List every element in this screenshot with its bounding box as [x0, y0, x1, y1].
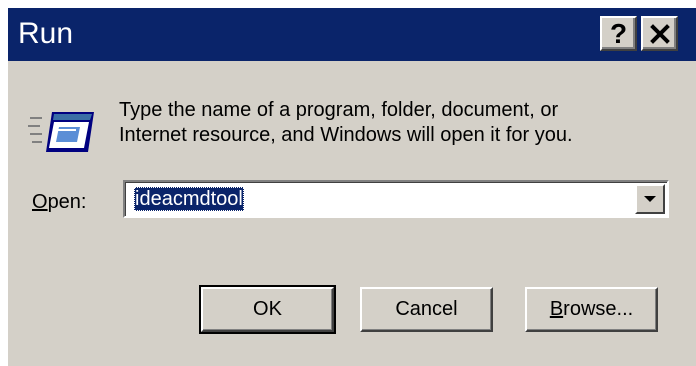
instruction-line-2: Internet resource, and Windows will open… [119, 124, 573, 146]
close-icon [649, 23, 670, 44]
title-bar[interactable]: Run ? [8, 8, 696, 61]
ok-button[interactable]: OK [199, 285, 336, 334]
open-label-rest: pen: [47, 191, 87, 213]
help-button[interactable]: ? [600, 16, 637, 51]
instruction-text: Type the name of a program, folder, docu… [119, 98, 639, 148]
browse-accelerator: B [549, 298, 564, 320]
run-icon [28, 112, 94, 152]
close-button[interactable] [641, 16, 678, 51]
open-input-value[interactable]: ideacmdtool [134, 187, 244, 211]
open-label: Open: [32, 191, 87, 214]
browse-label-rest: rowse... [563, 298, 634, 320]
instruction-line-1: Type the name of a program, folder, docu… [119, 99, 559, 121]
dropdown-button[interactable] [635, 184, 665, 214]
open-label-accelerator: O [32, 191, 48, 213]
window-title: Run [18, 17, 74, 50]
open-combobox[interactable]: ideacmdtool [123, 180, 669, 218]
browse-button[interactable]: Browse... [525, 287, 658, 332]
run-dialog: Run ? Type the name of a program, folder… [8, 8, 696, 366]
chevron-down-icon [644, 196, 656, 202]
cancel-button[interactable]: Cancel [360, 287, 493, 332]
help-icon: ? [609, 17, 628, 49]
